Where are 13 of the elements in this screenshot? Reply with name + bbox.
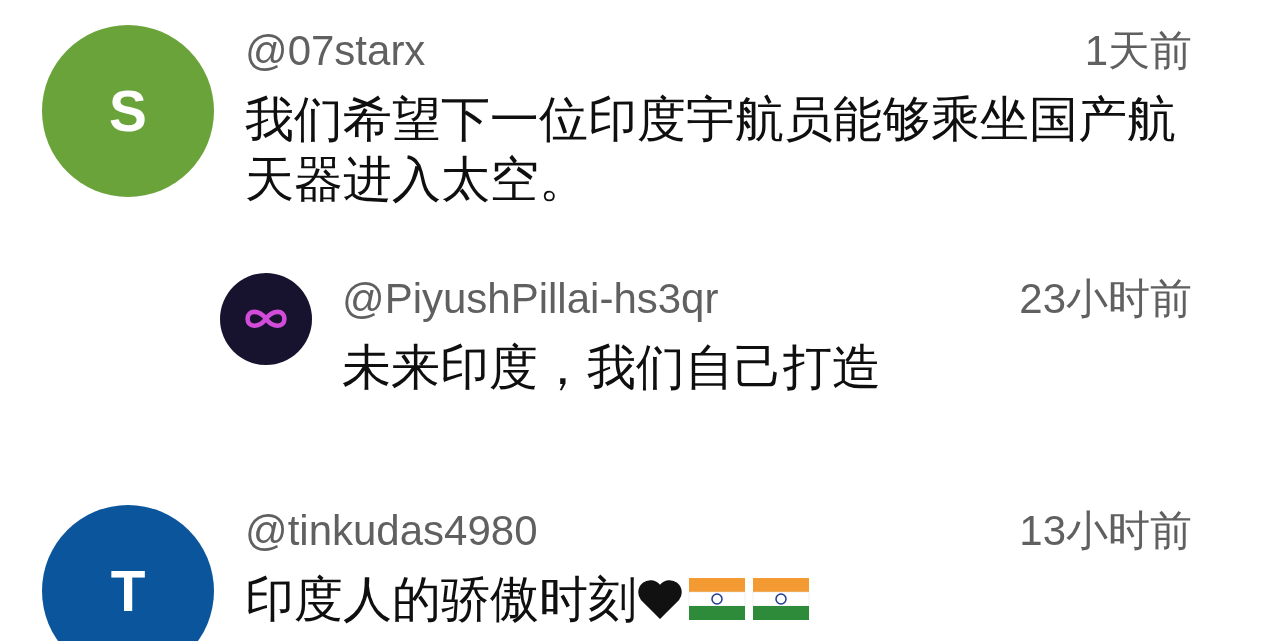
comment-text: 印度人的骄傲时刻 [245, 571, 637, 628]
avatar[interactable]: T [42, 505, 214, 641]
flag-icon [687, 576, 747, 622]
timestamp: 23小时前 [1019, 274, 1192, 324]
username[interactable]: @07starx [245, 27, 426, 75]
timestamp: 13小时前 [1019, 506, 1192, 556]
timestamp: 1天前 [1084, 26, 1192, 76]
flag-icon [751, 576, 811, 622]
comment-text: 未来印度，我们自己打造 [342, 339, 881, 396]
username[interactable]: @PiyushPillai-hs3qr [342, 275, 719, 323]
heart-icon [637, 579, 683, 619]
comment-text: 我们希望下一位印度宇航员能够乘坐国产航天器进入太空。 [245, 91, 1177, 208]
username[interactable]: @tinkudas4980 [245, 507, 538, 555]
